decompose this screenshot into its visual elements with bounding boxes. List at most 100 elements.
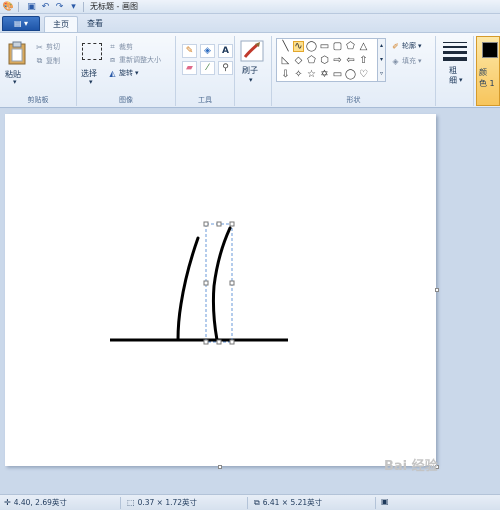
selection-handle[interactable] bbox=[203, 339, 209, 345]
shapes-gallery: ╲ ∿ ◯ ▭ ▢ ⬠ △ ◺ ◇ ⬠ ⬡ ⇨ ⇦ ⇧ ⇩ ✧ ☆ ✡ ▭ ◯ … bbox=[276, 38, 378, 82]
rectangle-shape-icon[interactable]: ▭ bbox=[319, 41, 330, 52]
rotate-button[interactable]: ◭ 旋转 ▾ bbox=[108, 68, 139, 78]
selection-handle[interactable] bbox=[216, 221, 222, 227]
fill-bucket-icon: ◈ bbox=[392, 56, 399, 66]
redo-icon[interactable]: ↷ bbox=[54, 1, 65, 12]
ribbon-tabs: ▤ ▾ 主页 查看 bbox=[0, 14, 500, 32]
fill-button[interactable]: ◈ 填充 ▾ bbox=[391, 56, 421, 66]
eraser-icon[interactable]: ▰ bbox=[182, 61, 197, 75]
crop-label: 裁剪 bbox=[119, 43, 133, 51]
text-icon[interactable]: A bbox=[218, 44, 233, 58]
pentagon-shape-icon[interactable]: ⬠ bbox=[306, 55, 317, 66]
copy-icon: ⧉ bbox=[36, 56, 43, 65]
pencil-icon[interactable]: ✎ bbox=[182, 44, 197, 58]
color1-swatch bbox=[482, 42, 498, 58]
crop-button[interactable]: ⌗ 裁剪 bbox=[108, 42, 133, 52]
copy-label: 复制 bbox=[46, 57, 60, 65]
file-menu-button[interactable]: ▤ ▾ bbox=[2, 16, 40, 31]
separator bbox=[18, 1, 19, 12]
shapes-gallery-scroll[interactable]: ▴ ▾ ▿ bbox=[378, 38, 386, 82]
copy-button[interactable]: ⧉ 复制 bbox=[35, 56, 60, 66]
canvas-resize-handle-bottom[interactable] bbox=[218, 465, 222, 469]
select-button[interactable]: 选择 ▾ bbox=[79, 38, 105, 88]
cut-label: 剪切 bbox=[46, 43, 60, 51]
resize-icon: ⧈ bbox=[109, 55, 116, 64]
four-point-star-shape-icon[interactable]: ✧ bbox=[293, 69, 304, 80]
app-icon[interactable]: 🎨 bbox=[3, 1, 14, 12]
down-arrow-shape-icon[interactable]: ⇩ bbox=[280, 69, 291, 80]
tab-home[interactable]: 主页 bbox=[44, 16, 78, 32]
triangle-shape-icon[interactable]: △ bbox=[358, 41, 369, 52]
drawing-canvas[interactable] bbox=[5, 114, 436, 466]
canvas-workspace bbox=[0, 109, 500, 494]
window-title: 无标题 - 画图 bbox=[90, 2, 138, 11]
save-icon[interactable]: ▣ bbox=[26, 1, 37, 12]
selection-handle[interactable] bbox=[216, 339, 222, 345]
selection-handle[interactable] bbox=[229, 221, 235, 227]
heart-shape-icon[interactable]: ♡ bbox=[358, 69, 369, 80]
scroll-down-icon[interactable]: ▾ bbox=[378, 53, 385, 67]
line-shape-icon[interactable]: ╲ bbox=[280, 41, 291, 52]
selection-size: ⬚ 0.37 × 1.72英寸 bbox=[127, 497, 197, 508]
canvas-drawing bbox=[110, 221, 288, 345]
rotate-label: 旋转 bbox=[119, 69, 133, 77]
selection-handle[interactable] bbox=[203, 280, 209, 286]
chevron-down-icon: ▾ bbox=[13, 78, 17, 86]
outline-button[interactable]: ✐ 轮廓 ▾ bbox=[391, 41, 422, 51]
tab-view[interactable]: 查看 bbox=[80, 16, 110, 32]
paste-button[interactable]: 粘贴 ▾ bbox=[4, 38, 30, 88]
chevron-down-icon: ▾ bbox=[89, 78, 93, 86]
chevron-down-icon: ▾ bbox=[249, 76, 253, 84]
brushes-button[interactable]: 刷子 ▾ bbox=[240, 40, 266, 94]
diamond-shape-icon[interactable]: ◇ bbox=[293, 55, 304, 66]
magnifier-icon[interactable]: ⚲ bbox=[218, 61, 233, 75]
color1-button[interactable]: 颜 色 1 bbox=[476, 36, 500, 106]
disk-status: ▣ bbox=[381, 497, 392, 506]
size-label: 粗 细 bbox=[449, 66, 457, 85]
callout-oval-shape-icon[interactable]: ◯ bbox=[345, 69, 356, 80]
up-arrow-shape-icon[interactable]: ⇧ bbox=[358, 55, 369, 66]
six-point-star-shape-icon[interactable]: ✡ bbox=[319, 69, 330, 80]
customize-quick-access-icon[interactable]: ▾ bbox=[68, 1, 79, 12]
ribbon: 粘贴 ▾ ✂ 剪切 ⧉ 复制 剪贴板 选择 ▾ ⌗ 裁剪 ⧈ 重新调整大小 ◭ … bbox=[0, 32, 500, 108]
left-arrow-shape-icon[interactable]: ⇦ bbox=[345, 55, 356, 66]
select-rectangle-icon bbox=[82, 43, 102, 60]
chevron-down-icon: ▾ bbox=[418, 42, 422, 50]
five-point-star-shape-icon[interactable]: ☆ bbox=[306, 69, 317, 80]
cut-button[interactable]: ✂ 剪切 bbox=[35, 42, 60, 52]
hexagon-shape-icon[interactable]: ⬡ bbox=[319, 55, 330, 66]
separator bbox=[120, 497, 121, 509]
right-arrow-shape-icon[interactable]: ⇨ bbox=[332, 55, 343, 66]
undo-icon[interactable]: ↶ bbox=[40, 1, 51, 12]
scroll-up-icon[interactable]: ▴ bbox=[378, 39, 385, 53]
title-bar: 🎨 ▣ ↶ ↷ ▾ 无标题 - 画图 bbox=[0, 0, 500, 14]
brushes-label: 刷子 bbox=[242, 66, 258, 75]
selection-handle[interactable] bbox=[229, 280, 235, 286]
selection-size-icon: ⬚ bbox=[127, 498, 135, 507]
selection-handle[interactable] bbox=[203, 221, 209, 227]
image-size-text: 6.41 × 5.21英寸 bbox=[262, 498, 323, 507]
curve-shape-icon[interactable]: ∿ bbox=[293, 41, 304, 52]
outline-label: 轮廓 bbox=[402, 42, 416, 50]
color-picker-icon[interactable]: ⁄ bbox=[200, 61, 215, 75]
canvas-resize-handle-right[interactable] bbox=[435, 288, 439, 292]
size-button[interactable]: 粗 细 ▾ bbox=[441, 40, 469, 98]
menu-icon: ▤ ▾ bbox=[13, 19, 29, 28]
callout-rect-shape-icon[interactable]: ▭ bbox=[332, 69, 343, 80]
selection-handle[interactable] bbox=[229, 339, 235, 345]
cursor-position: ✛ 4.40, 2.69英寸 bbox=[4, 497, 67, 508]
oval-shape-icon[interactable]: ◯ bbox=[306, 41, 317, 52]
crosshair-icon: ✛ bbox=[4, 498, 11, 507]
brushes-group: 刷子 ▾ bbox=[235, 36, 272, 106]
right-triangle-shape-icon[interactable]: ◺ bbox=[280, 55, 291, 66]
status-bar: ✛ 4.40, 2.69英寸 ⬚ 0.37 × 1.72英寸 ⧉ 6.41 × … bbox=[0, 494, 500, 510]
resize-button[interactable]: ⧈ 重新调整大小 bbox=[108, 55, 161, 65]
rounded-rectangle-shape-icon[interactable]: ▢ bbox=[332, 41, 343, 52]
chevron-down-icon: ▾ bbox=[135, 69, 139, 77]
polygon-shape-icon[interactable]: ⬠ bbox=[345, 41, 356, 52]
selection-box bbox=[205, 223, 233, 343]
watermark-text: Bai 经验 bbox=[384, 459, 438, 474]
fill-bucket-icon[interactable]: ◈ bbox=[200, 44, 215, 58]
expand-gallery-icon[interactable]: ▿ bbox=[378, 67, 385, 81]
right-curve-stroke bbox=[211, 226, 232, 342]
